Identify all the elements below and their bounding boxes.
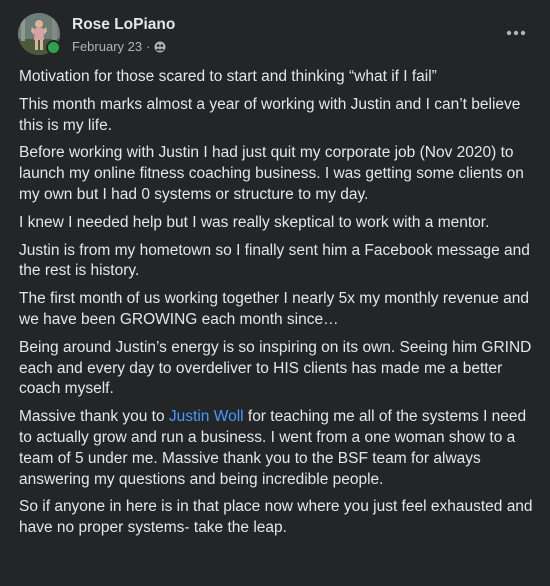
facebook-post: Rose LoPiano February 23 · Motivation fo… <box>0 0 550 586</box>
author-name[interactable]: Rose LoPiano <box>72 16 175 34</box>
post-paragraph: Massive thank you to Justin Woll for tea… <box>19 407 539 490</box>
meta-separator: · <box>146 39 151 54</box>
post-paragraph: Justin is from my hometown so I finally … <box>19 241 530 280</box>
post-date[interactable]: February 23 <box>72 39 142 54</box>
post-paragraph: So if anyone in here is in that place no… <box>19 498 533 537</box>
mention-link[interactable]: Justin Woll <box>169 408 244 425</box>
post-paragraph: This month marks almost a year of workin… <box>19 95 521 134</box>
post-paragraph: I knew I needed help but I was really sk… <box>19 213 490 231</box>
post-meta: February 23 · <box>72 39 166 54</box>
more-options-button[interactable] <box>504 23 528 43</box>
more-options-icon <box>506 30 526 36</box>
paragraph-text-before-mention: Massive thank you to <box>19 408 169 426</box>
post-paragraph: Being around Justin’s energy is so inspi… <box>19 338 532 398</box>
post-message: Motivation for those scared to start and… <box>19 67 539 546</box>
group-members-icon[interactable] <box>154 41 166 53</box>
post-paragraph: The first month of us working together I… <box>19 290 530 328</box>
avatar[interactable] <box>18 13 61 55</box>
online-status-dot <box>46 40 61 55</box>
post-header: Rose LoPiano February 23 · <box>18 13 534 59</box>
post-paragraph: Motivation for those scared to start and… <box>19 68 437 85</box>
post-paragraph: Before working with Justin I had just qu… <box>19 144 524 203</box>
